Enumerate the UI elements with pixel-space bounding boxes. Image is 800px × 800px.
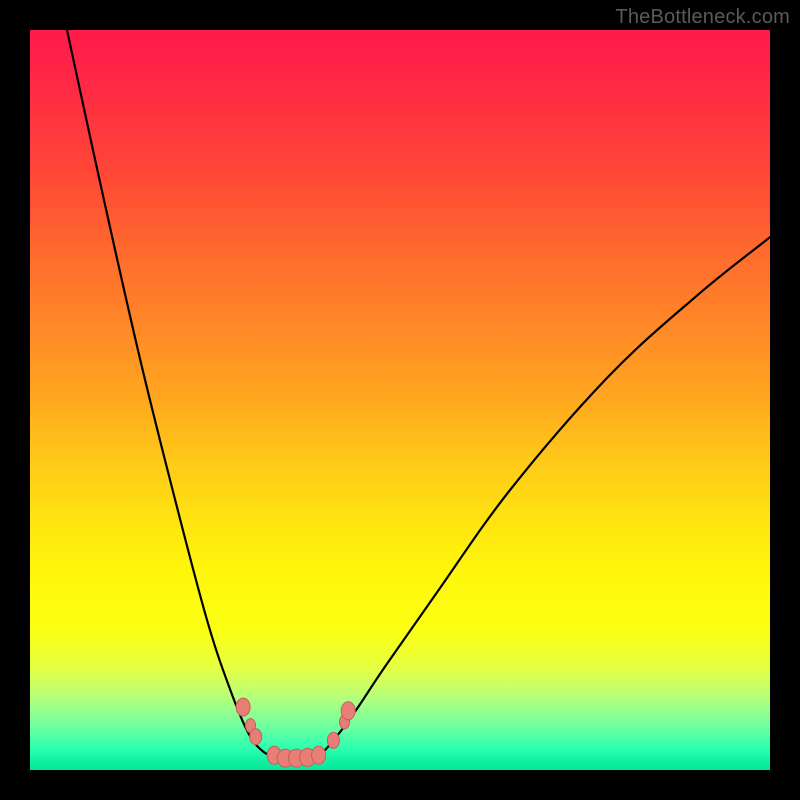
valley-marker xyxy=(250,729,262,745)
valley-marker xyxy=(312,746,326,764)
bottleneck-curve xyxy=(67,30,770,759)
chart-frame: TheBottleneck.com xyxy=(0,0,800,800)
overlay-svg xyxy=(30,30,770,770)
valley-marker xyxy=(236,698,250,716)
valley-markers xyxy=(236,698,355,767)
valley-marker xyxy=(327,732,339,748)
valley-marker xyxy=(341,702,355,720)
watermark-text: TheBottleneck.com xyxy=(615,6,790,29)
plot-area xyxy=(30,30,770,770)
